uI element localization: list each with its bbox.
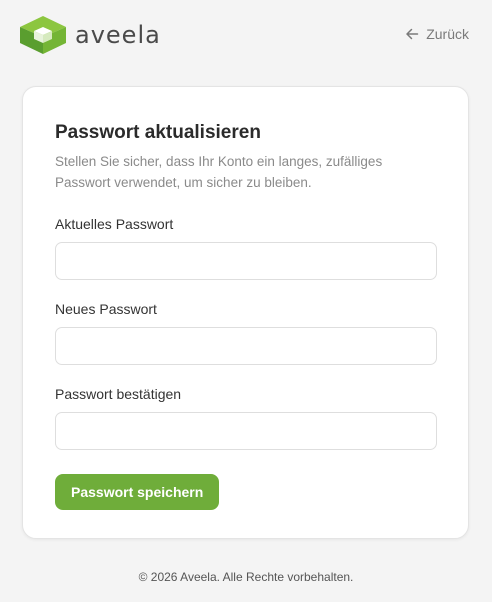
new-password-input[interactable]	[55, 327, 437, 365]
current-password-field: Aktuelles Passwort	[55, 215, 437, 280]
update-password-card: Passwort aktualisieren Stellen Sie siche…	[22, 86, 469, 539]
header: aveela Zurück	[0, 0, 492, 70]
card-title: Passwort aktualisieren	[55, 122, 261, 143]
confirm-password-label: Passwort bestätigen	[55, 386, 182, 402]
arrow-left-icon	[406, 28, 419, 40]
current-password-label: Aktuelles Passwort	[55, 216, 174, 232]
confirm-password-field: Passwort bestätigen	[55, 385, 437, 450]
footer-copyright: © 2026 Aveela. Alle Rechte vorbehalten.	[138, 570, 354, 584]
logo-wordmark: aveela	[75, 21, 161, 49]
save-password-button[interactable]: Passwort speichern	[55, 474, 220, 510]
new-password-field: Neues Passwort	[55, 300, 437, 365]
confirm-password-input[interactable]	[55, 412, 437, 450]
aveela-logo-icon	[20, 16, 66, 54]
back-link[interactable]: Zurück	[405, 26, 469, 42]
new-password-label: Neues Passwort	[55, 301, 157, 317]
logo-link[interactable]: aveela	[20, 16, 161, 54]
page: aveela Zurück Passwort aktualisieren Ste…	[0, 0, 492, 602]
card-description: Stellen Sie sicher, dass Ihr Konto ein l…	[55, 154, 383, 190]
current-password-input[interactable]	[55, 242, 437, 280]
back-link-label: Zurück	[426, 26, 469, 42]
